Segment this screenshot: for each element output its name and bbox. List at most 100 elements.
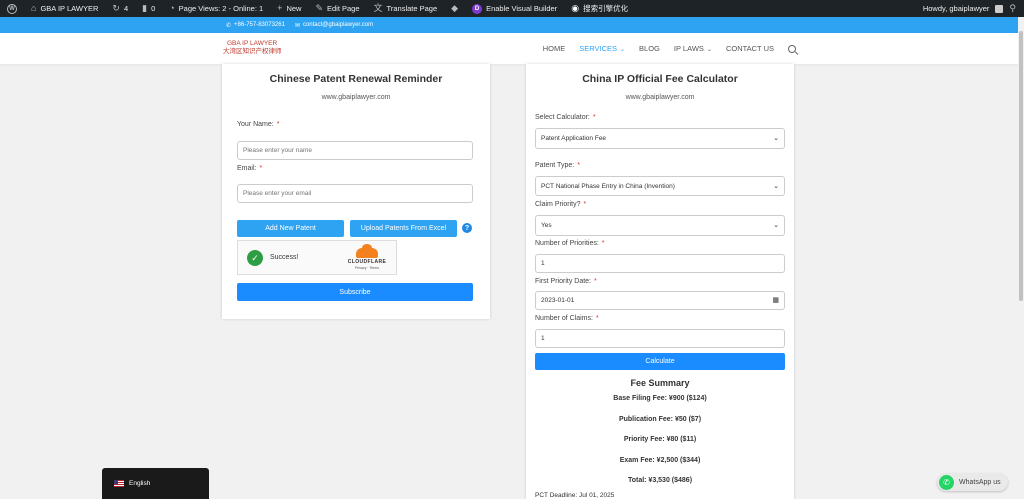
home-icon: ⌂ — [31, 3, 37, 13]
logo-text-en: GBA IP LAWYER — [227, 40, 278, 47]
check-icon: ✓ — [247, 250, 263, 266]
patent-type-label: Patent Type: * — [535, 162, 580, 169]
language-label: English — [129, 480, 151, 487]
chevron-down-icon: ⌄ — [773, 183, 779, 190]
cloudflare-logo: CLOUDFLARE Privacy · Terms — [346, 244, 388, 270]
email-input[interactable] — [237, 184, 473, 203]
logo-text-cn: 大湾区知识产权律师 — [223, 48, 282, 55]
captcha-status: Success! — [270, 254, 299, 261]
main-nav: HOME SERVICES ⌄ BLOG IP LAWS ⌄ CONTACT US — [543, 33, 796, 64]
cloudflare-captcha[interactable]: ✓ Success! CLOUDFLARE Privacy · Terms — [237, 240, 397, 275]
email-info[interactable]: ✉ contact@gbaiplawyer.com — [295, 22, 373, 29]
base-filing-fee: Base Filing Fee: ¥900 ($124) — [613, 395, 707, 402]
phone-info[interactable]: ✆ +86-757-83073261 — [226, 22, 285, 29]
email-address: contact@gbaiplawyer.com — [302, 22, 374, 28]
exam-fee: Exam Fee: ¥2,500 ($344) — [619, 457, 701, 464]
diamond-icon: ◆ — [451, 3, 459, 13]
avatar-icon[interactable] — [995, 4, 1004, 13]
seo-link[interactable]: ◉ 搜索引擎优化 — [564, 0, 635, 17]
search-icon[interactable]: ⚲ — [1009, 4, 1016, 13]
wordpress-icon: W — [7, 3, 17, 14]
visual-builder-label: Enable Visual Builder — [486, 4, 558, 13]
seo-label: 搜索引擎优化 — [583, 4, 629, 13]
site-logo[interactable]: GBA IP LAWYER 大湾区知识产权律师 — [223, 40, 282, 56]
seo-icon: ◉ — [571, 3, 580, 13]
nav-blog[interactable]: BLOG — [639, 44, 660, 53]
language-switcher[interactable]: English — [102, 468, 209, 499]
diamond-menu-link[interactable]: ◆ — [444, 0, 465, 17]
num-priorities-input[interactable]: 1 — [535, 254, 785, 273]
publication-fee: Publication Fee: ¥50 ($7) — [618, 416, 702, 423]
wordpress-logo-button[interactable]: W — [0, 0, 24, 17]
name-label: Your Name: * — [237, 121, 280, 128]
email-label: Email: * — [237, 165, 263, 172]
select-calculator-dropdown[interactable]: Patent Application Fee ⌄ — [535, 128, 785, 149]
cloudflare-brand: CLOUDFLARE — [347, 259, 387, 265]
nav-services[interactable]: SERVICES ⌄ — [579, 44, 625, 53]
translate-icon: 文 — [373, 3, 383, 13]
total-fee: Total: ¥3,530 ($486) — [627, 477, 693, 484]
comments-count: 0 — [151, 4, 156, 13]
whatsapp-label: WhatsApp us — [959, 478, 1001, 486]
refresh-icon: ↻ — [112, 3, 120, 13]
comment-icon: ▮ — [142, 3, 148, 13]
page-views-label: Page Views: 2 - Online: 1 — [178, 4, 264, 13]
edit-page-link[interactable]: ✎ Edit Page — [308, 0, 366, 17]
fee-calculator-card: China IP Official Fee Calculator www.gba… — [526, 64, 794, 499]
nav-contact-us[interactable]: CONTACT US — [726, 44, 774, 53]
scrollbar-thumb[interactable] — [1019, 31, 1023, 301]
edit-page-label: Edit Page — [327, 4, 360, 13]
calculate-button[interactable]: Calculate — [535, 353, 785, 370]
page-views-link[interactable]: ◔ Page Views: 2 - Online: 1 — [162, 0, 270, 17]
whatsapp-icon: ✆ — [939, 474, 954, 490]
plus-icon: + — [277, 3, 283, 13]
chart-icon: ◔ — [169, 3, 175, 13]
updates-link[interactable]: ↻ 4 — [105, 0, 135, 17]
upload-patents-button[interactable]: Upload Patents From Excel — [350, 220, 457, 237]
phone-number: +86-757-83073261 — [234, 22, 285, 28]
phone-icon: ✆ — [226, 22, 232, 29]
first-priority-date-input[interactable]: 2023-01-01 ▦ — [535, 291, 785, 310]
nav-ip-laws[interactable]: IP LAWS ⌄ — [674, 44, 712, 53]
claim-priority-dropdown[interactable]: Yes ⌄ — [535, 215, 785, 236]
patent-type-dropdown[interactable]: PCT National Phase Entry in China (Inven… — [535, 176, 785, 196]
pct-deadline: PCT Deadline: Jul 01, 2025 — [535, 492, 615, 499]
help-icon[interactable]: ? — [462, 223, 472, 233]
calculator-title: China IP Official Fee Calculator — [582, 73, 738, 85]
divi-icon: D — [472, 3, 483, 14]
translate-page-link[interactable]: 文 Translate Page — [367, 0, 445, 17]
fee-summary-title: Fee Summary — [630, 378, 690, 388]
priority-fee: Priority Fee: ¥80 ($11) — [623, 436, 697, 443]
calendar-icon[interactable]: ▦ — [772, 296, 779, 304]
site-name-link[interactable]: ⌂ GBA IP LAWYER — [24, 0, 105, 17]
howdy-user-link[interactable]: Howdy, gbaiplawyer — [923, 4, 990, 13]
num-priorities-label: Number of Priorities: * — [535, 240, 605, 247]
page-scrollbar[interactable] — [1018, 17, 1024, 499]
reminder-site-url: www.gbaiplawyer.com — [321, 94, 391, 101]
name-input[interactable] — [237, 141, 473, 160]
chevron-down-icon: ⌄ — [620, 47, 626, 53]
subscribe-button[interactable]: Subscribe — [237, 283, 473, 301]
chevron-down-icon: ⌄ — [773, 222, 779, 229]
nav-home[interactable]: HOME — [543, 44, 566, 53]
site-name-label: GBA IP LAWYER — [40, 4, 99, 13]
nav-services-label: SERVICES — [579, 44, 618, 53]
cloud-icon — [356, 244, 378, 258]
claim-priority-label: Claim Priority? * — [535, 201, 587, 208]
site-header: GBA IP LAWYER 大湾区知识产权律师 HOME SERVICES ⌄ B… — [0, 33, 1018, 64]
visual-builder-link[interactable]: D Enable Visual Builder — [465, 0, 564, 17]
pencil-icon: ✎ — [315, 3, 323, 13]
chevron-down-icon: ⌄ — [706, 47, 712, 53]
renewal-reminder-card: Chinese Patent Renewal Reminder www.gbai… — [222, 64, 490, 319]
nav-ip-laws-label: IP LAWS — [673, 44, 704, 53]
captcha-links[interactable]: Privacy · Terms — [346, 266, 388, 270]
comments-link[interactable]: ▮ 0 — [135, 0, 162, 17]
num-claims-input[interactable]: 1 — [535, 329, 785, 348]
new-content-link[interactable]: + New — [270, 0, 308, 17]
add-new-patent-button[interactable]: Add New Patent — [237, 220, 344, 237]
new-label: New — [286, 4, 302, 13]
search-icon[interactable] — [788, 44, 796, 53]
admin-bar: W ⌂ GBA IP LAWYER ↻ 4 ▮ 0 ◔ Page Views: 2 - … — [0, 0, 1024, 17]
whatsapp-button[interactable]: ✆ WhatsApp us — [937, 473, 1008, 491]
updates-count: 4 — [123, 4, 129, 13]
